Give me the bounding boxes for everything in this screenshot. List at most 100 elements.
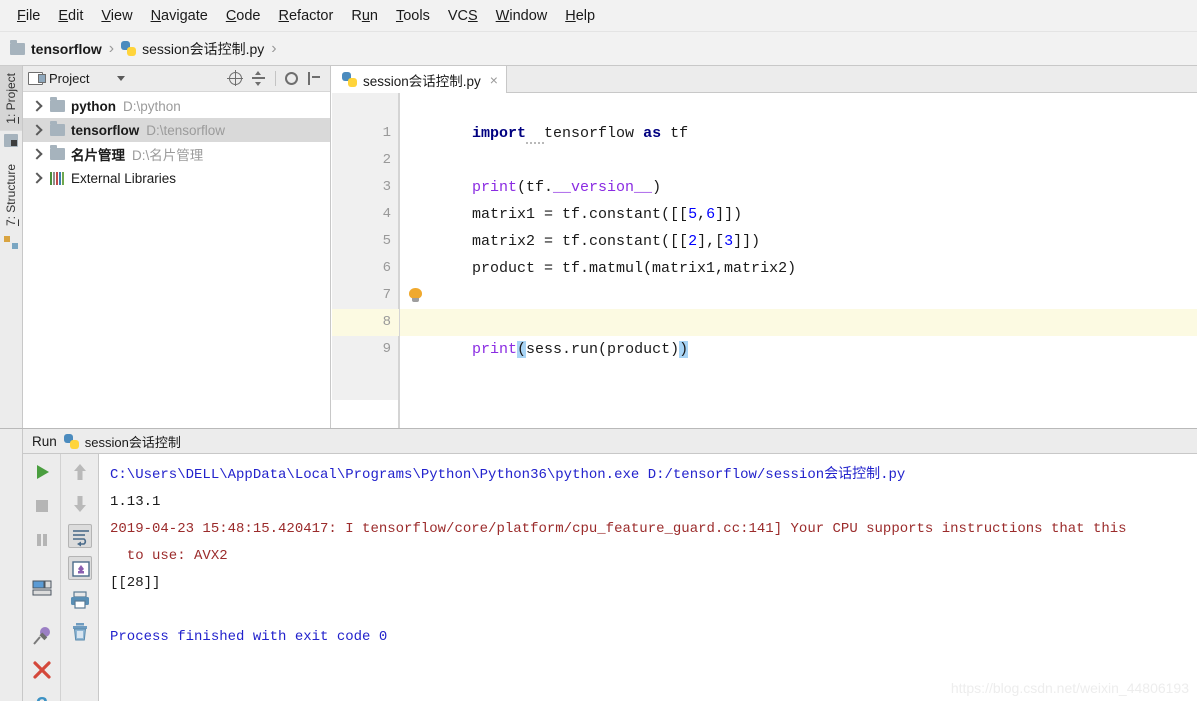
- line-number: 6: [332, 255, 391, 282]
- code-lines[interactable]: 1import tensorflow as tf 2 3print(tf.__v…: [400, 93, 1197, 428]
- project-panel-title: Project: [49, 71, 89, 86]
- project-tool-window: Project python D:\python tensorflow: [23, 66, 331, 428]
- library-icon: [50, 172, 64, 185]
- console-line: 2019-04-23 15:48:15.420417: I tensorflow…: [110, 516, 1197, 543]
- menu-item-file[interactable]: File: [8, 5, 49, 27]
- help-button[interactable]: ?: [30, 692, 54, 701]
- menu-item-help[interactable]: Help: [556, 5, 604, 27]
- code-line-2[interactable]: 2: [400, 120, 1197, 147]
- intention-bulb-icon[interactable]: [409, 288, 422, 303]
- clear-all-button[interactable]: [68, 620, 92, 644]
- menu-item-run[interactable]: Run: [342, 5, 387, 27]
- code-line-7[interactable]: 7: [400, 255, 1197, 282]
- code-line-9[interactable]: 9print(sess.run(product)): [400, 309, 1197, 336]
- tree-item-path: D:\python: [123, 99, 181, 114]
- project-view-icon: [28, 72, 43, 85]
- code-line-4[interactable]: 4matrix1 = tf.constant([[5,6]]): [400, 174, 1197, 201]
- tree-item-python[interactable]: python D:\python: [23, 94, 330, 118]
- settings-gear-icon[interactable]: [285, 72, 298, 85]
- pin-tab-button[interactable]: [30, 624, 54, 648]
- menu-item-edit[interactable]: Edit: [49, 5, 92, 27]
- scroll-down-button[interactable]: [68, 492, 92, 516]
- code-line-5[interactable]: 5matrix2 = tf.constant([[2],[3]]): [400, 201, 1197, 228]
- sidebar-tab-project[interactable]: 1: Project: [0, 66, 22, 131]
- folder-icon: [50, 148, 65, 160]
- restore-layout-button[interactable]: [30, 576, 54, 600]
- menu-item-vcs[interactable]: VCS: [439, 5, 487, 27]
- menu-item-navigate[interactable]: Navigate: [142, 5, 217, 27]
- editor-tab-session[interactable]: session会话控制.py ×: [332, 66, 507, 93]
- chevron-down-icon[interactable]: [117, 76, 125, 81]
- tool-window-tabs-left: 1: Project 7: Structure: [0, 66, 23, 428]
- breadcrumb-project-label: tensorflow: [31, 41, 102, 57]
- chevron-right-icon[interactable]: [31, 100, 43, 112]
- folder-icon: [50, 124, 65, 136]
- breadcrumb: tensorflow › session会话控制.py ›: [0, 32, 1197, 66]
- menu-item-window[interactable]: Window: [487, 5, 557, 27]
- line-number: 8: [332, 309, 391, 336]
- console-output[interactable]: C:\Users\DELL\AppData\Local\Programs\Pyt…: [100, 454, 1197, 701]
- tree-item-tensorflow[interactable]: tensorflow D:\tensorflow: [23, 118, 330, 142]
- print-button[interactable]: [68, 588, 92, 612]
- chevron-right-icon[interactable]: [31, 148, 43, 160]
- tree-item-label: 名片管理: [71, 144, 125, 164]
- breadcrumb-project[interactable]: tensorflow: [10, 41, 102, 57]
- menu-item-view[interactable]: View: [92, 5, 141, 27]
- line-number: 2: [332, 147, 391, 174]
- menu-item-refactor[interactable]: Refactor: [270, 5, 343, 27]
- run-left-rail: [0, 429, 23, 701]
- breadcrumb-file-label: session会话控制.py: [142, 39, 264, 59]
- toolbar-divider: [275, 71, 276, 86]
- menu-item-code[interactable]: Code: [217, 5, 270, 27]
- run-panel-header: Run session会话控制: [23, 429, 1197, 454]
- breadcrumb-separator-2: ›: [271, 40, 276, 58]
- console-line: 1.13.1: [110, 489, 1197, 516]
- code-line-1[interactable]: 1import tensorflow as tf: [400, 93, 1197, 120]
- close-icon[interactable]: ×: [490, 72, 498, 88]
- scroll-up-button[interactable]: [68, 460, 92, 484]
- sidebar-tab-structure[interactable]: 7: Structure: [0, 157, 22, 233]
- run-toolbar-right: [61, 454, 99, 701]
- hide-panel-icon[interactable]: [307, 71, 322, 86]
- tree-item-mingpianguanli[interactable]: 名片管理 D:\名片管理: [23, 142, 330, 166]
- soft-wrap-button[interactable]: [68, 524, 92, 548]
- code-line-8[interactable]: 8sss = tf.Session(): [400, 282, 1197, 309]
- code-line-3[interactable]: 3print(tf.__version__): [400, 147, 1197, 174]
- line-number: 3: [332, 174, 391, 201]
- collapse-all-icon[interactable]: [251, 71, 266, 86]
- matching-bracket: (: [517, 341, 526, 358]
- menu-item-tools[interactable]: Tools: [387, 5, 439, 27]
- run-button[interactable]: [30, 460, 54, 484]
- code-editor[interactable]: 1import tensorflow as tf 2 3print(tf.__v…: [332, 93, 1197, 428]
- code-line-6[interactable]: 6product = tf.matmul(matrix1,matrix2): [400, 228, 1197, 255]
- console-line: C:\Users\DELL\AppData\Local\Programs\Pyt…: [110, 462, 1197, 489]
- editor-tab-strip: session会话控制.py ×: [332, 66, 1197, 93]
- project-tree: python D:\python tensorflow D:\tensorflo…: [23, 92, 330, 190]
- line-number: 9: [332, 336, 391, 363]
- python-file-icon: [64, 434, 79, 449]
- editor-tab-label: session会话控制.py: [363, 70, 481, 90]
- console-line: Process finished with exit code 0: [110, 624, 1197, 651]
- chevron-right-icon[interactable]: [31, 172, 43, 184]
- locate-icon[interactable]: [229, 72, 242, 85]
- close-button[interactable]: [30, 658, 54, 682]
- scroll-to-end-button[interactable]: [68, 556, 92, 580]
- run-configuration-name[interactable]: session会话控制: [85, 432, 181, 451]
- stop-button[interactable]: [30, 494, 54, 518]
- structure-icon: [4, 236, 18, 249]
- breadcrumb-separator: ›: [109, 40, 114, 58]
- pause-button[interactable]: [30, 528, 54, 552]
- python-file-icon: [342, 72, 357, 87]
- line-number: 4: [332, 201, 391, 228]
- tree-item-external-libraries[interactable]: External Libraries: [23, 166, 330, 190]
- svg-text:?: ?: [35, 694, 47, 701]
- console-line: [[28]]: [110, 570, 1197, 597]
- tree-item-path: D:\tensorflow: [146, 123, 225, 138]
- watermark: https://blog.csdn.net/weixin_44806193: [951, 680, 1189, 696]
- run-panel-label: Run: [32, 434, 57, 449]
- project-icon: [4, 134, 18, 147]
- line-number: 7: [332, 282, 391, 309]
- breadcrumb-file[interactable]: session会话控制.py: [121, 39, 264, 59]
- tree-item-path: D:\名片管理: [132, 144, 203, 164]
- chevron-right-icon[interactable]: [31, 124, 43, 136]
